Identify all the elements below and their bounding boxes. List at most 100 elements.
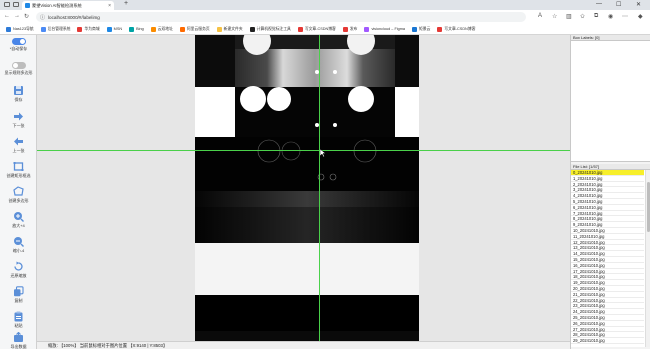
bookmark-item[interactable]: 阿里云服务页 xyxy=(179,26,210,32)
box-labels-list[interactable] xyxy=(571,41,650,162)
bookmark-item[interactable]: 写文章-CSDN博客 xyxy=(437,26,476,32)
status-bar: 缩放: 【100%】 当前鼠标相对于图片位置 【X:9140 | Y:8503】 xyxy=(37,341,570,349)
zoom-out-button[interactable]: 缩小-4 xyxy=(0,236,37,254)
bookmark-item[interactable]: 后台管理系统 xyxy=(40,26,70,32)
file-list-scrollbar[interactable] xyxy=(645,170,650,347)
bookmark-item[interactable]: 云双地址 xyxy=(150,26,173,32)
rectangle-icon xyxy=(13,162,24,171)
minimize-button[interactable]: — xyxy=(596,1,602,7)
reset-zoom-icon xyxy=(14,261,23,271)
workspaces-icon[interactable] xyxy=(4,2,10,7)
bookmark-item[interactable]: Bing xyxy=(129,26,144,32)
paste-icon xyxy=(14,311,23,322)
tab-close-icon[interactable]: × xyxy=(108,3,111,9)
bookmark-item[interactable]: 华为商城 xyxy=(77,26,100,32)
polygon-icon xyxy=(13,186,24,196)
bookmark-favicon-icon xyxy=(249,26,255,32)
bookmark-favicon-icon xyxy=(412,26,417,32)
profile-icon[interactable]: ◉ xyxy=(608,13,613,20)
zoom-in-button[interactable]: 放大+4 xyxy=(0,211,37,229)
export-icon xyxy=(14,332,23,342)
split-screen-icon[interactable]: ▥ xyxy=(566,13,572,20)
tool-label: 粘贴 xyxy=(14,323,23,328)
bookmark-label: visioncloud – Figma xyxy=(371,27,405,31)
bookmark-favicon-icon xyxy=(297,26,303,32)
bookmark-favicon-icon xyxy=(40,26,46,32)
bookmark-favicon-icon xyxy=(77,26,83,32)
copy-icon xyxy=(14,286,24,297)
favorites-icon[interactable]: ✩ xyxy=(580,13,585,20)
show-polygon-label: 显示规则多边形 xyxy=(4,70,33,75)
mouse-cursor-icon xyxy=(320,149,326,157)
save-button[interactable]: 保存 xyxy=(0,85,37,103)
prev-image-button[interactable]: 上一张 xyxy=(0,136,37,154)
forward-icon[interactable]: → xyxy=(14,13,20,19)
box-labels-panel: Box Labels: [0] xyxy=(571,35,650,162)
bookmark-item[interactable]: 矩景云 xyxy=(412,26,431,32)
bookmark-label: 计算机视觉标注工具 xyxy=(256,26,291,31)
bookmark-item[interactable]: visioncloud – Figma xyxy=(364,26,405,32)
more-menu-icon[interactable]: ⋯ xyxy=(622,13,628,20)
tool-label: 保存 xyxy=(14,97,23,102)
copilot-icon[interactable]: ◆ xyxy=(638,13,643,20)
copy-button[interactable]: 复制 xyxy=(0,286,37,304)
bookmark-label: 发布 xyxy=(349,26,358,31)
back-icon[interactable]: ← xyxy=(4,13,10,19)
bookmark-item[interactable]: MSN xyxy=(106,26,122,32)
info-icon[interactable]: ⓘ xyxy=(40,14,45,21)
inspection-image[interactable] xyxy=(195,35,419,341)
arrow-left-icon xyxy=(14,137,23,146)
tool-label: 创建多边形 xyxy=(8,198,29,203)
reset-zoom-button[interactable]: 还原缩放 xyxy=(0,261,37,279)
bookmark-favicon-icon xyxy=(342,26,348,32)
bookmark-item[interactable]: 写文章-CSDN博客 xyxy=(297,26,336,32)
file-list-panel: File List: [1/57] 0_20241010.jpg 1_202410… xyxy=(571,164,650,349)
bookmark-label: 阿里云服务页 xyxy=(186,26,210,31)
auto-save-toggle[interactable] xyxy=(11,38,26,45)
file-list-item[interactable]: 29_20241010.jpg xyxy=(571,338,644,344)
new-tab-button[interactable]: + xyxy=(124,0,128,7)
browser-tab-active[interactable]: 蒙望Vision AI智能检测系统 × xyxy=(22,1,114,10)
read-aloud-icon[interactable]: A xyxy=(538,13,542,19)
tool-label: 上一张 xyxy=(12,148,25,153)
url-field[interactable]: ⓘ localhost:8000/#/labelimg xyxy=(36,12,526,22)
bookmark-label: 矩景云 xyxy=(419,26,431,31)
bookmark-label: 写文章-CSDN博客 xyxy=(444,26,476,31)
annotation-canvas[interactable] xyxy=(37,35,570,341)
bookmark-label: 写文章-CSDN博客 xyxy=(304,26,336,31)
collections-icon[interactable]: ⧉ xyxy=(594,13,598,20)
maximize-button[interactable]: ☐ xyxy=(616,1,621,8)
right-panel: Box Labels: [0] File List: [1/57] 0_2024… xyxy=(570,35,650,349)
show-polygon-toggle[interactable] xyxy=(11,62,26,69)
bookmark-item[interactable]: Nas123导航 xyxy=(6,26,34,32)
bookmark-label: Bing xyxy=(136,27,144,31)
bookmark-favicon-icon xyxy=(129,26,135,32)
bookmark-favicon-icon xyxy=(150,26,156,32)
address-bar-row: ← → ↻ ⓘ localhost:8000/#/labelimg A ☆ ▥ … xyxy=(0,10,650,24)
bookmark-label: 新建文件夹 xyxy=(223,26,243,31)
browser-tab-strip: 蒙望Vision AI智能检测系统 × + — ☐ ✕ xyxy=(0,0,650,10)
create-polygon-button[interactable]: 创建多边形 xyxy=(0,186,37,204)
tab-title: 蒙望Vision AI智能检测系统 xyxy=(32,2,82,8)
export-button[interactable]: 导出数据 xyxy=(0,332,37,349)
bookmark-item[interactable]: 发布 xyxy=(342,26,358,32)
paste-button[interactable]: 粘贴 xyxy=(0,311,37,329)
close-window-button[interactable]: ✕ xyxy=(636,1,641,8)
bookmark-favicon-icon xyxy=(179,26,185,32)
next-image-button[interactable]: 下一张 xyxy=(0,111,37,129)
tool-label: 复制 xyxy=(14,298,23,303)
bookmark-item[interactable]: 新建文件夹 xyxy=(216,26,243,32)
app-favicon-icon xyxy=(25,3,30,8)
create-rect-button[interactable]: 创建矩形框选 xyxy=(0,161,37,179)
bookmark-label: Nas123导航 xyxy=(13,26,34,31)
arrow-right-icon xyxy=(14,112,23,121)
reload-icon[interactable]: ↻ xyxy=(24,13,29,20)
file-list[interactable]: 0_20241010.jpg 1_20241010.jpg 2_20241010.j… xyxy=(571,170,650,347)
bookmark-item[interactable]: 计算机视觉标注工具 xyxy=(249,26,291,32)
tab-actions-icon[interactable] xyxy=(13,2,19,7)
tool-label: 缩小-4 xyxy=(12,248,25,253)
favorite-star-icon[interactable]: ☆ xyxy=(552,13,557,20)
bookmarks-bar: Nas123导航 后台管理系统 华为商城 MSN Bing 云双地址 阿里云服务页 新建文件夹… xyxy=(0,24,650,35)
bookmark-favicon-icon xyxy=(6,26,11,32)
bookmark-favicon-icon xyxy=(364,26,370,32)
